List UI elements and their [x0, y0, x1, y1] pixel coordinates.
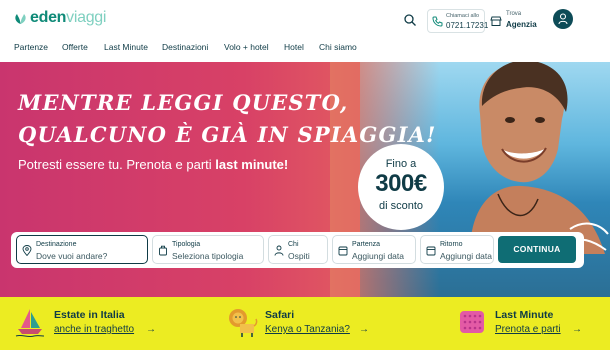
guests-placeholder: Ospiti [288, 251, 310, 261]
arrow-right-icon: → [359, 324, 369, 335]
phone-icon [432, 16, 443, 27]
call-number: 0721.17231 [446, 21, 489, 30]
arrow-right-icon: → [146, 324, 156, 335]
guests-field[interactable]: Chi Ospiti [268, 235, 328, 264]
nav-item-volo-hotel[interactable]: Volo + hotel [224, 42, 269, 52]
account-button[interactable] [553, 9, 573, 29]
call-label: Chiamaci allo [446, 13, 480, 19]
agency-value: Agenzia [506, 20, 537, 29]
continue-button[interactable]: CONTINUA [498, 236, 576, 263]
user-icon [558, 13, 568, 25]
return-label: Ritorno [440, 241, 463, 248]
smiling-man-photo [470, 62, 609, 254]
promo-title-safari: Safari [265, 309, 295, 321]
logo-text-eden: eden [30, 9, 67, 26]
promo-link-last-minute[interactable]: Prenota e parti [495, 324, 561, 335]
logo-text-viaggi: viaggi [66, 9, 107, 26]
calendar-icon [426, 246, 436, 256]
nav-item-chi-siamo[interactable]: Chi siamo [319, 42, 357, 52]
promo-link-safari[interactable]: Kenya o Tanzania? [265, 324, 350, 335]
logo-leaf-icon [15, 13, 26, 24]
edenviaggi-logo[interactable]: edenviaggi [14, 10, 106, 26]
calendar-icon [338, 246, 348, 256]
booking-search-bar: Destinazione Dove vuoi andare? Tipologia… [11, 232, 584, 268]
main-nav: Partenze Offerte Last Minute Destinazion… [0, 38, 610, 60]
promo-item-italia[interactable]: Estate in Italia anche in traghetto → [0, 297, 200, 350]
discount-post: di sconto [378, 200, 424, 212]
lion-icon [229, 309, 258, 337]
site-header: edenviaggi Chiamaci allo 0721.17231 Trov… [0, 0, 610, 38]
arrow-right-icon: → [572, 324, 582, 335]
hero-subtitle: Potresti essere tu. Prenota e parti last… [18, 157, 288, 172]
type-placeholder: Seleziona tipologia [172, 251, 244, 261]
discount-pre: Fino a [385, 158, 417, 170]
person-icon [274, 245, 284, 256]
nav-item-offerte[interactable]: Offerte [62, 42, 88, 52]
find-agency-button[interactable]: Trova Agenzia [490, 10, 540, 32]
departure-placeholder: Aggiungi data [352, 251, 404, 261]
destination-field[interactable]: Destinazione Dove vuoi andare? [16, 235, 148, 264]
call-button[interactable]: Chiamaci allo 0721.17231 [427, 9, 489, 33]
type-label: Tipologia [172, 241, 201, 248]
destination-label: Destinazione [36, 241, 77, 248]
sailboat-icon [15, 309, 45, 338]
departure-date-field[interactable]: Partenza Aggiungi data [332, 235, 416, 264]
nav-item-destinazioni[interactable]: Destinazioni [162, 42, 208, 52]
search-icon[interactable] [403, 13, 417, 27]
discount-badge: Fino a 300€ di sconto [358, 144, 444, 230]
guests-label: Chi [288, 241, 299, 248]
nav-item-last-minute[interactable]: Last Minute [104, 42, 148, 52]
hero-subtitle-text: Potresti essere tu. Prenota e parti [18, 157, 216, 172]
hero-title-line1: MENTRE LEGGI QUESTO, [18, 90, 349, 115]
promo-link-italia[interactable]: anche in traghetto [54, 324, 134, 335]
type-field[interactable]: Tipologia Seleziona tipologia [152, 235, 264, 264]
destination-placeholder: Dove vuoi andare? [36, 251, 108, 261]
hero-title-line2: QUALCUNO È GIÀ IN SPIAGGIA! [18, 122, 437, 147]
return-placeholder: Aggiungi data [440, 251, 492, 261]
beach-towel-icon [460, 311, 484, 333]
promo-title-last-minute: Last Minute [495, 309, 554, 321]
discount-value: 300€ [375, 170, 427, 197]
nav-item-hotel[interactable]: Hotel [284, 42, 304, 52]
location-pin-icon [22, 245, 32, 256]
promo-title-italia: Estate in Italia [54, 309, 125, 321]
return-date-field[interactable]: Ritorno Aggiungi data [420, 235, 494, 264]
nav-item-partenze[interactable]: Partenze [14, 42, 48, 52]
hero-subtitle-bold: last minute! [215, 157, 289, 172]
store-icon [490, 16, 502, 26]
suitcase-icon [159, 245, 167, 256]
departure-label: Partenza [352, 241, 381, 248]
promo-item-safari[interactable]: Safari Kenya o Tanzania? → [220, 297, 400, 350]
promo-strip: Estate in Italia anche in traghetto → Sa… [0, 297, 610, 350]
promo-item-last-minute[interactable]: Last Minute Prenota e parti → [450, 297, 610, 350]
agency-label: Trova [506, 11, 522, 17]
